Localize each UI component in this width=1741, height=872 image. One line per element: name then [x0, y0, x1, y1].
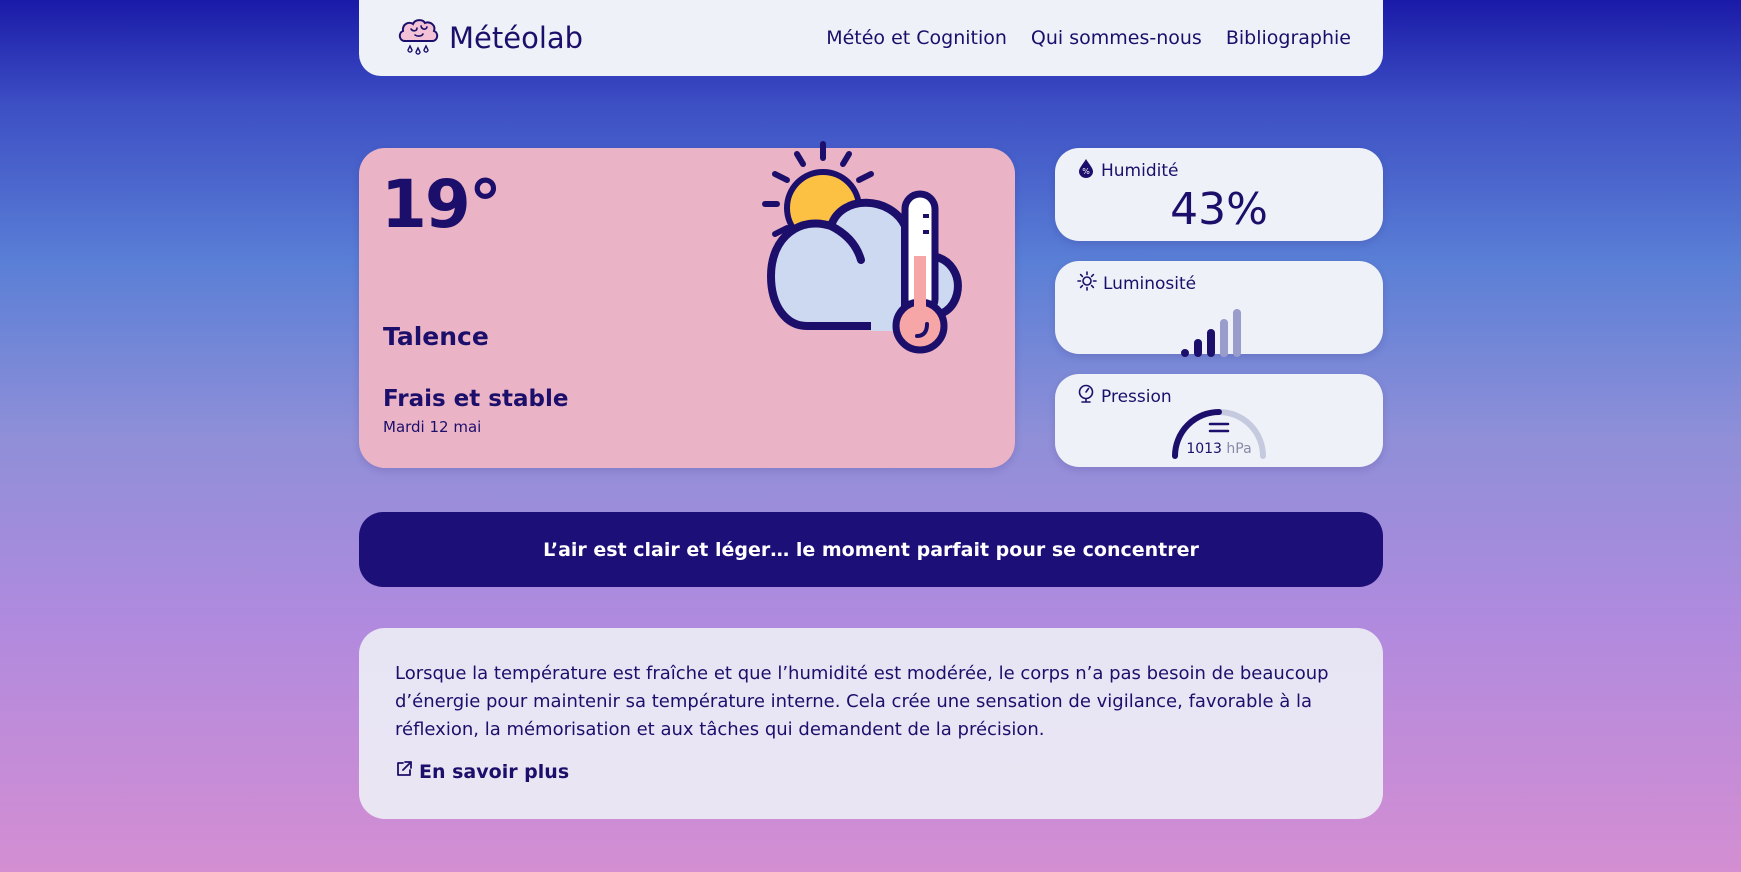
weather-date: Mardi 12 mai — [383, 418, 482, 436]
learn-more-link[interactable]: En savoir plus — [395, 760, 1347, 783]
pressure-header: Pression — [1077, 384, 1172, 409]
banner-text: L’air est clair et léger… le moment parf… — [543, 538, 1199, 561]
luminosity-level-bars — [1181, 309, 1241, 357]
humidity-label: Humidité — [1101, 160, 1179, 181]
learn-more-label: En savoir plus — [419, 760, 570, 783]
pressure-readout: 1013 hPa — [1055, 441, 1383, 457]
temperature: 19° — [381, 166, 502, 243]
external-link-icon — [395, 760, 413, 783]
luminosity-bar — [1194, 339, 1202, 357]
city-name: Talence — [383, 322, 489, 351]
luminosity-bar — [1181, 349, 1189, 357]
luminosity-header: Luminosité — [1077, 271, 1196, 296]
nav-link-bibliography[interactable]: Bibliographie — [1226, 27, 1351, 49]
pressure-card: Pression 1013 hPa — [1055, 374, 1383, 467]
brain-cloud-icon — [395, 13, 441, 63]
concentration-banner: L’air est clair et léger… le moment parf… — [359, 512, 1383, 587]
humidity-header: % Humidité — [1077, 158, 1178, 183]
brand[interactable]: Météolab — [395, 13, 583, 63]
pressure-value: 1013 — [1186, 441, 1222, 457]
brand-name: Météolab — [449, 21, 584, 55]
luminosity-label: Luminosité — [1103, 273, 1197, 294]
top-navigation: Météolab Météo et Cognition Qui sommes-n… — [359, 0, 1383, 76]
luminosity-bar — [1220, 319, 1228, 357]
sun-cloud-thermometer-icon — [762, 141, 962, 354]
luminosity-bar — [1207, 329, 1215, 357]
humidity-card: % Humidité 43% — [1055, 148, 1383, 241]
humidity-value: 43% — [1170, 184, 1268, 235]
pressure-label: Pression — [1101, 386, 1172, 407]
nav-links: Météo et Cognition Qui sommes-nous Bibli… — [826, 27, 1351, 49]
luminosity-card: Luminosité — [1055, 261, 1383, 357]
humidity-drop-icon: % — [1077, 158, 1095, 183]
luminosity-bar — [1233, 309, 1241, 357]
pressure-unit: hPa — [1226, 441, 1252, 457]
info-card: Lorsque la température est fraîche et qu… — [359, 628, 1383, 819]
nav-link-about[interactable]: Qui sommes-nous — [1031, 27, 1202, 49]
svg-text:%: % — [1082, 167, 1090, 176]
pressure-gauge-icon — [1077, 384, 1095, 409]
nav-link-meteo-cognition[interactable]: Météo et Cognition — [826, 27, 1007, 49]
weather-condition: Frais et stable — [383, 386, 569, 412]
sun-icon — [1077, 271, 1097, 296]
weather-card: 19° Talence Frais et stable Mardi 12 mai — [359, 141, 1015, 468]
info-text: Lorsque la température est fraîche et qu… — [395, 663, 1329, 740]
